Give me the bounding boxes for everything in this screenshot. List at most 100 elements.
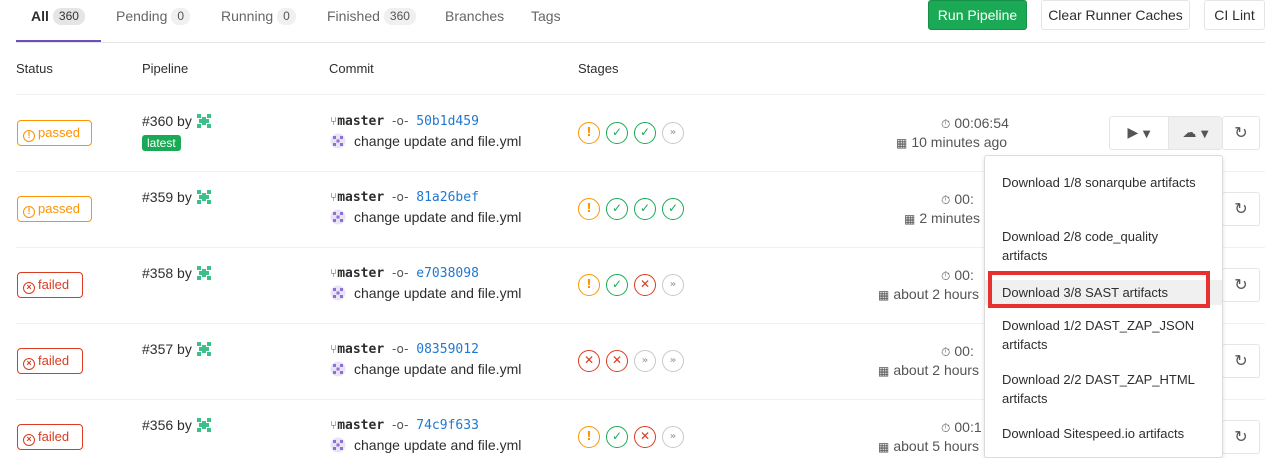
retry-icon: ↻ — [1234, 123, 1248, 142]
ci-lint-button[interactable]: CI Lint — [1204, 0, 1265, 30]
duration-text: 00: — [954, 343, 974, 359]
stage-skipped-icon[interactable]: » — [634, 350, 656, 372]
commit-message[interactable]: change update and file.yml — [354, 285, 521, 301]
stage-success-icon[interactable]: ✓ — [634, 198, 656, 220]
duration-text: 00:06:54 — [954, 115, 1009, 131]
stage-skipped-icon[interactable]: » — [662, 426, 684, 448]
retry-button[interactable]: ↻ — [1222, 268, 1260, 302]
tab-pending[interactable]: Pending 0 — [116, 0, 191, 43]
retry-button[interactable]: ↻ — [1222, 116, 1260, 150]
status-badge[interactable]: × failed — [17, 424, 83, 450]
stage-skipped-icon[interactable]: » — [662, 122, 684, 144]
artifact-item-dast-zap-json[interactable]: Download 1/2 DAST_ZAP_JSON artifacts — [985, 316, 1222, 354]
pipeline-id-text: #356 by — [142, 417, 192, 433]
commit-sha[interactable]: 81a26bef — [416, 190, 479, 205]
column-header-commit: Commit — [329, 61, 374, 76]
status-badge[interactable]: × failed — [17, 272, 83, 298]
commit-author-avatar[interactable] — [330, 361, 346, 377]
tab-all[interactable]: All 360 — [16, 0, 101, 42]
commit-sha[interactable]: e7038098 — [416, 266, 479, 281]
retry-button[interactable]: ↻ — [1222, 344, 1260, 378]
pipeline-duration: ⏱ 00: — [941, 191, 974, 208]
clear-runner-caches-button[interactable]: Clear Runner Caches — [1041, 0, 1190, 30]
artifact-item-sitespeed[interactable]: Download Sitespeed.io artifacts — [985, 424, 1222, 443]
artifact-item-sonarqube[interactable]: Download 1/8 sonarqube artifacts — [985, 173, 1222, 192]
chevron-down-icon: ▼ — [1142, 129, 1151, 140]
stopwatch-icon: ⏱ — [941, 193, 951, 207]
commit-message[interactable]: change update and file.yml — [354, 437, 521, 453]
stage-success-icon[interactable]: ✓ — [606, 426, 628, 448]
stage-failed-icon[interactable]: ✕ — [634, 426, 656, 448]
tab-running-count: 0 — [277, 7, 296, 25]
commit-author-avatar[interactable] — [330, 209, 346, 225]
commit-author-avatar[interactable] — [330, 285, 346, 301]
stage-success-icon[interactable]: ✓ — [606, 198, 628, 220]
pipeline-id[interactable]: #356 by — [142, 416, 213, 434]
tab-running[interactable]: Running 0 — [221, 0, 296, 43]
artifact-item-code-quality[interactable]: Download 2/8 code_quality artifacts — [985, 227, 1222, 265]
commit-message[interactable]: change update and file.yml — [354, 361, 521, 377]
commit-sha[interactable]: 50b1d459 — [416, 114, 479, 129]
avatar[interactable] — [195, 112, 213, 130]
stage-warning-icon[interactable]: ! — [578, 122, 600, 144]
duration-text: 00:1 — [954, 419, 982, 435]
commit-author-avatar[interactable] — [330, 437, 346, 453]
stage-failed-icon[interactable]: ✕ — [634, 274, 656, 296]
stage-skipped-icon[interactable]: » — [662, 350, 684, 372]
commit-sha[interactable]: 74c9f633 — [416, 418, 479, 433]
stopwatch-icon: ⏱ — [941, 117, 951, 131]
tab-all-label: All — [31, 8, 49, 25]
stage-warning-icon[interactable]: ! — [578, 274, 600, 296]
git-commit-icon: -o- — [392, 342, 409, 356]
column-header-pipeline: Pipeline — [142, 61, 189, 76]
commit-ref: ⑂master -o- 50b1d459 — [330, 114, 479, 129]
avatar[interactable] — [195, 264, 213, 282]
column-header-stages: Stages — [578, 61, 619, 76]
avatar[interactable] — [195, 188, 213, 206]
stage-skipped-icon[interactable]: » — [662, 274, 684, 296]
stage-success-icon[interactable]: ✓ — [606, 122, 628, 144]
pipeline-id[interactable]: #359 by — [142, 188, 213, 206]
status-badge[interactable]: ! passed — [17, 120, 92, 146]
retry-button[interactable]: ↻ — [1222, 420, 1260, 454]
pipeline-id[interactable]: #358 by — [142, 264, 213, 282]
stage-success-icon[interactable]: ✓ — [662, 198, 684, 220]
stage-warning-icon[interactable]: ! — [578, 426, 600, 448]
tab-finished[interactable]: Finished 360 — [327, 0, 416, 43]
status-label: failed — [38, 429, 70, 444]
avatar[interactable] — [195, 416, 213, 434]
branch-name[interactable]: master — [337, 190, 384, 205]
branch-name[interactable]: master — [337, 114, 384, 129]
status-badge[interactable]: × failed — [17, 348, 83, 374]
tab-tags[interactable]: Tags — [531, 0, 561, 43]
stage-success-icon[interactable]: ✓ — [606, 274, 628, 296]
commit-message[interactable]: change update and file.yml — [354, 209, 521, 225]
stage-success-icon[interactable]: ✓ — [634, 122, 656, 144]
commit-sha[interactable]: 08359012 — [416, 342, 479, 357]
pipeline-id-text: #358 by — [142, 265, 192, 281]
artifact-item-dast-zap-html[interactable]: Download 2/2 DAST_ZAP_HTML artifacts — [985, 370, 1222, 408]
branch-name[interactable]: master — [337, 342, 384, 357]
branch-name[interactable]: master — [337, 266, 384, 281]
stage-failed-icon[interactable]: ✕ — [578, 350, 600, 372]
avatar[interactable] — [195, 340, 213, 358]
stage-warning-icon[interactable]: ! — [578, 198, 600, 220]
stopwatch-icon: ⏱ — [941, 421, 951, 435]
download-artifacts-button[interactable]: ☁ ▼ — [1168, 117, 1222, 149]
run-pipeline-button[interactable]: Run Pipeline — [928, 0, 1027, 30]
finished-text: about 5 hours — [893, 438, 979, 454]
commit-title: change update and file.yml — [330, 209, 521, 225]
stage-failed-icon[interactable]: ✕ — [606, 350, 628, 372]
retry-button[interactable]: ↻ — [1222, 192, 1260, 226]
branch-name[interactable]: master — [337, 418, 384, 433]
commit-author-avatar[interactable] — [330, 133, 346, 149]
pipeline-id[interactable]: #360 by — [142, 112, 213, 130]
pipeline-id[interactable]: #357 by — [142, 340, 213, 358]
finished-text: 10 minutes ago — [911, 134, 1008, 150]
status-badge[interactable]: ! passed — [17, 196, 92, 222]
pipeline-duration: ⏱ 00: — [941, 343, 974, 360]
manual-jobs-button[interactable]: ▶ ▼ — [1110, 117, 1168, 149]
commit-message[interactable]: change update and file.yml — [354, 133, 521, 149]
tab-branches[interactable]: Branches — [445, 0, 504, 43]
pipeline-actions: ▶ ▼ ☁ ▼ — [1109, 116, 1222, 150]
